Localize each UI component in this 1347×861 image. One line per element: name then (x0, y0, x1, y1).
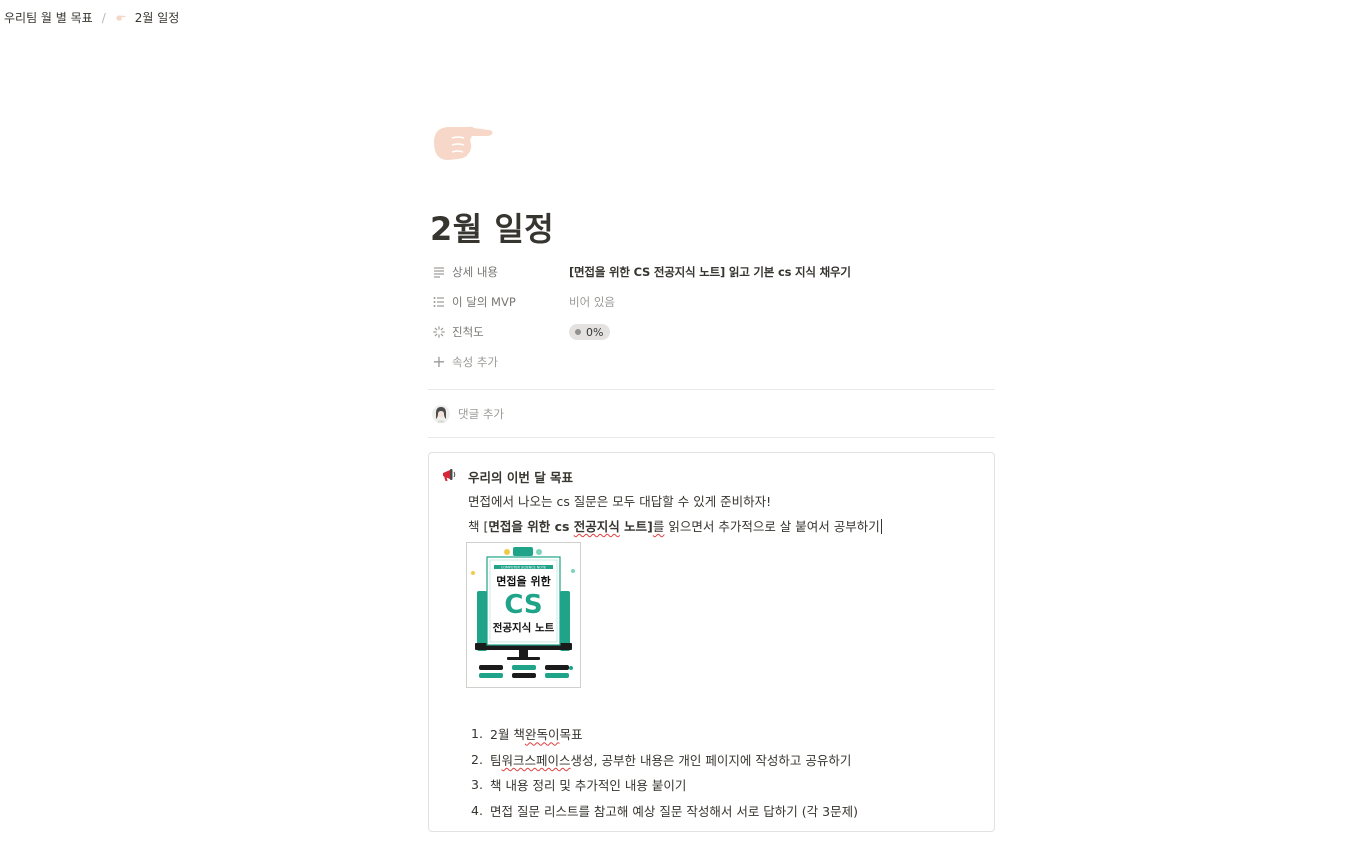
status-spinner-icon (432, 325, 446, 339)
list-text: 2월 책 (490, 727, 525, 743)
property-value-mvp[interactable]: 비어 있음 (569, 294, 615, 310)
list-number: 1. (471, 726, 483, 742)
property-row-mvp: 이 달의 MVP 비어 있음 (428, 287, 995, 317)
property-name[interactable]: 상세 내용 (428, 264, 569, 280)
spellcheck-fragment: 전공지식 (573, 519, 620, 534)
text-fragment: 읽으면서 추가적으로 살 붙여서 공부하기 (664, 519, 880, 534)
avatar (432, 405, 450, 423)
property-value-detail[interactable]: [면접을 위한 CS 전공지식 노트] 읽고 기본 cs 지식 채우기 (569, 264, 851, 280)
list-text: 생성, 공부한 내용은 개인 페이지에 작성하고 공유하기 (570, 752, 852, 768)
backhand-index-pointing-right-icon[interactable] (428, 114, 494, 166)
book-title-line3: 전공지식 노트 (493, 621, 555, 634)
list-number: 2. (471, 751, 483, 767)
property-name[interactable]: 진척도 (428, 324, 569, 340)
property-value-progress[interactable]: 0% (569, 324, 611, 340)
callout-line-2[interactable]: 책 [면접을 위한 cs 전공지식 노트]를 읽으면서 추가적으로 살 붙여서 … (468, 516, 882, 535)
property-label: 진척도 (452, 325, 484, 339)
status-label: 0% (586, 325, 604, 339)
properties-panel: 상세 내용 [면접을 위한 CS 전공지식 노트] 읽고 기본 cs 지식 채우… (428, 257, 995, 377)
book-title-line2: CS (504, 590, 542, 620)
list-text: 목표 (559, 727, 583, 743)
spellcheck-fragment: 완독이 (524, 727, 560, 743)
book-series-label: COMPUTER SCIENCE NOTE (501, 565, 546, 569)
comment-input[interactable]: 댓글 추가 (432, 405, 504, 423)
text-fragment: 책 [ (468, 519, 489, 534)
callout-block[interactable]: 우리의 이번 달 목표 면접에서 나오는 cs 질문은 모두 대답할 수 있게 … (428, 452, 995, 832)
callout-line-1[interactable]: 면접에서 나오는 cs 질문은 모두 대답할 수 있게 준비하자! (468, 491, 771, 510)
list-number: 4. (471, 802, 483, 818)
comment-placeholder: 댓글 추가 (458, 407, 504, 421)
add-property-button[interactable]: + 속성 추가 (428, 347, 995, 377)
list-text: 팀 (490, 752, 502, 768)
bulleted-list-icon (432, 295, 446, 309)
list-number: 3. (471, 777, 483, 793)
divider (428, 437, 995, 438)
breadcrumb-separator: / (101, 10, 106, 25)
callout-title: 우리의 이번 달 목표 (468, 470, 574, 485)
breadcrumb-current[interactable]: 2월 일정 (135, 9, 180, 26)
status-badge: 0% (569, 324, 611, 340)
breadcrumb-parent[interactable]: 우리팀 월 별 목표 (4, 9, 93, 26)
list-text: 책 내용 정리 및 추가적인 내용 붙이기 (490, 778, 687, 794)
plus-icon: + (432, 352, 446, 371)
book-cover-image[interactable]: COMPUTER SCIENCE NOTE 면접을 위한 CS 전공지식 노트 (466, 542, 581, 688)
bold-fragment: 면접을 위한 cs (488, 519, 574, 534)
add-property-label: 속성 추가 (452, 355, 498, 369)
book-title-line1: 면접을 위한 (496, 574, 550, 588)
status-dot (575, 329, 581, 335)
megaphone-icon[interactable] (441, 467, 457, 483)
bold-fragment: 노트 (619, 519, 648, 534)
text-cursor (880, 519, 882, 534)
property-row-progress: 진척도 0% (428, 317, 995, 347)
property-label: 상세 내용 (452, 265, 498, 279)
list-item[interactable]: 2. 팀 워크스페이스 생성, 공부한 내용은 개인 페이지에 작성하고 공유하기 (471, 747, 981, 773)
spellcheck-fragment: 를 (652, 519, 665, 534)
property-name[interactable]: 이 달의 MVP (428, 294, 569, 310)
text-lines-icon (432, 265, 446, 279)
breadcrumb: 우리팀 월 별 목표 / 2월 일정 (4, 9, 179, 26)
page-title[interactable]: 2월 일정 (430, 204, 554, 250)
property-row-detail: 상세 내용 [면접을 위한 CS 전공지식 노트] 읽고 기본 cs 지식 채우… (428, 257, 995, 287)
list-item[interactable]: 3. 책 내용 정리 및 추가적인 내용 붙이기 (471, 772, 981, 798)
list-text: 면접 질문 리스트를 참고해 예상 질문 작성해서 서로 답하기 (각 3문제) (490, 803, 858, 819)
property-label: 이 달의 MVP (452, 295, 516, 309)
goals-list: 1. 2월 책 완독이 목표 2. 팀 워크스페이스 생성, 공부한 내용은 개인 … (471, 721, 981, 823)
list-item[interactable]: 4. 면접 질문 리스트를 참고해 예상 질문 작성해서 서로 답하기 (각 3문… (471, 798, 981, 824)
spellcheck-fragment: 워크스페이스 (501, 752, 571, 768)
divider (428, 389, 995, 390)
list-item[interactable]: 1. 2월 책 완독이 목표 (471, 721, 981, 747)
pointing-right-icon (115, 14, 127, 22)
